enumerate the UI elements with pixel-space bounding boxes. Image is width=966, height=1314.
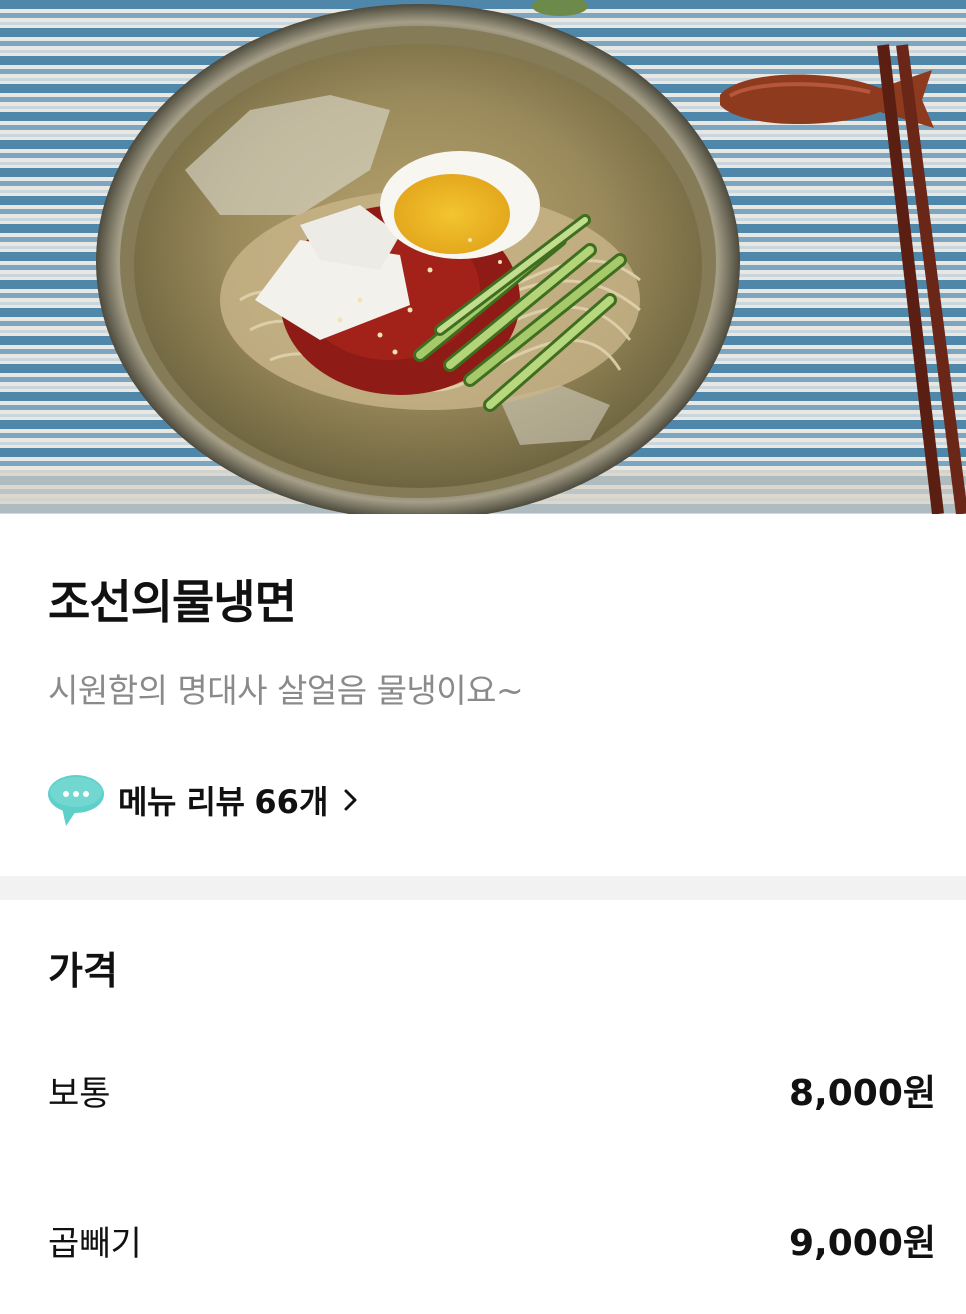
menu-photo xyxy=(0,0,966,514)
chat-bubble-icon xyxy=(48,775,104,826)
menu-title: 조선의물냉면 xyxy=(48,575,297,629)
price-option-label: 보통 xyxy=(48,1074,111,1114)
price-option-label: 곱빼기 xyxy=(48,1224,142,1264)
price-option-regular[interactable]: 보통 8,000원 xyxy=(0,1048,966,1128)
chevron-right-icon xyxy=(344,789,357,811)
naengmyeon-photo xyxy=(0,0,966,514)
menu-detail-page: 조선의물냉면 시원함의 명대사 살얼음 물냉이요~ 메뉴 리뷰 66개 가격 보… xyxy=(0,0,966,1314)
review-count: 66개 xyxy=(254,783,329,821)
price-option-large[interactable]: 곱빼기 9,000원 xyxy=(0,1198,966,1278)
review-label: 메뉴 리뷰 xyxy=(118,783,245,821)
price-option-amount: 8,000원 xyxy=(789,1073,936,1114)
price-option-amount: 9,000원 xyxy=(789,1223,936,1264)
price-section: 가격 보통 8,000원 곱빼기 9,000원 xyxy=(0,900,966,1314)
menu-review-link[interactable]: 메뉴 리뷰 66개 xyxy=(46,772,360,828)
section-divider xyxy=(0,876,966,900)
menu-info-section: 조선의물냉면 시원함의 명대사 살얼음 물냉이요~ 메뉴 리뷰 66개 xyxy=(0,514,966,876)
menu-description: 시원함의 명대사 살얼음 물냉이요~ xyxy=(48,671,524,710)
price-heading: 가격 xyxy=(48,949,118,993)
